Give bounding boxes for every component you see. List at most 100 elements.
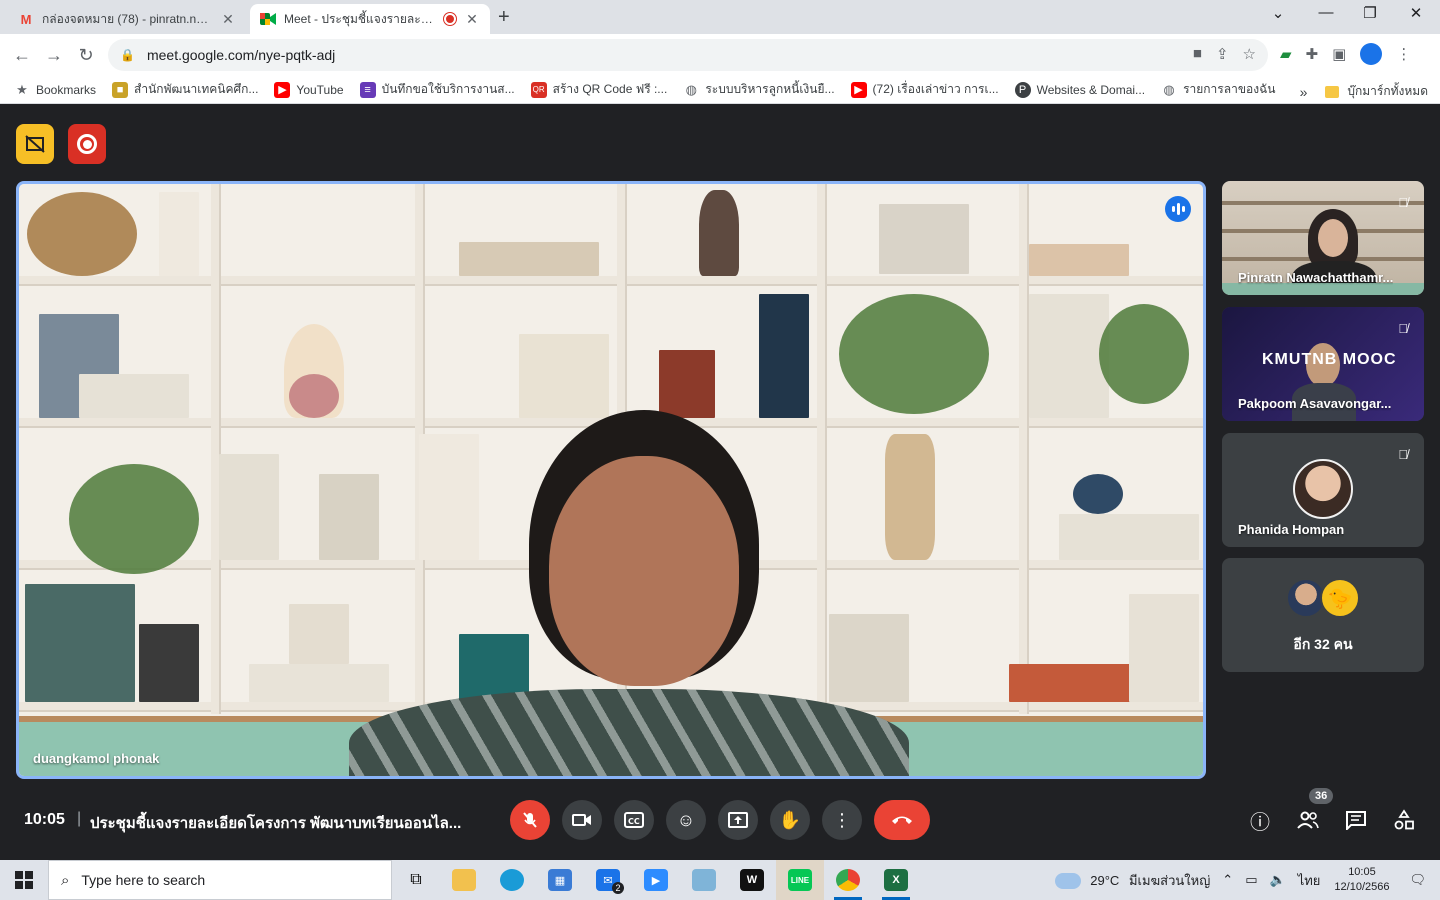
chevron-up-icon[interactable]: ⌃ <box>1222 872 1233 888</box>
taskbar-search-input[interactable]: ⌕ Type here to search <box>48 860 392 900</box>
taskbar-app-zoom[interactable]: ▶ <box>632 860 680 900</box>
excel-icon: X <box>884 869 908 891</box>
edge-icon <box>500 869 524 891</box>
participant-tile[interactable]: 🎙̸ Pinratn Nawachatthamr... <box>1222 181 1424 295</box>
network-icon[interactable]: ▭ <box>1245 872 1257 888</box>
reactions-button[interactable]: ☺ <box>666 800 706 840</box>
browser-toolbar: ← → ↻ 🔒 meet.google.com/nye-pqtk-adj ■ ⇪… <box>0 34 1440 76</box>
folder-icon <box>1325 85 1340 98</box>
minimize-button[interactable]: — <box>1306 4 1346 21</box>
forward-button[interactable]: → <box>42 43 66 67</box>
all-bookmarks-button[interactable]: บุ๊กมาร์กทั้งหมด <box>1347 82 1428 101</box>
bookmark-item[interactable]: ◍ รายการลาของฉัน <box>1161 80 1275 99</box>
volume-icon[interactable]: 🔈 <box>1270 872 1286 888</box>
main-video-tile[interactable]: duangkamol phonak <box>16 181 1206 779</box>
svg-text:CC: CC <box>628 817 640 826</box>
language-indicator[interactable]: ไทย <box>1298 870 1321 891</box>
taskbar-app-explorer[interactable] <box>440 860 488 900</box>
address-bar[interactable]: 🔒 meet.google.com/nye-pqtk-adj ■ ⇪ ☆ <box>108 39 1268 71</box>
bookmark-item[interactable]: QR สร้าง QR Code ฟรี :... <box>530 80 667 99</box>
taskbar-clock[interactable]: 10:05 12/10/2566 <box>1334 865 1389 895</box>
cloud-icon <box>1054 873 1081 890</box>
chevron-down-icon[interactable]: ⌄ <box>1258 4 1298 22</box>
chat-button[interactable] <box>1340 804 1372 836</box>
activities-button[interactable] <box>1388 804 1420 836</box>
notification-icon[interactable]: 🗨 <box>1409 872 1426 888</box>
close-icon[interactable]: ✕ <box>464 11 480 28</box>
present-button[interactable] <box>718 800 758 840</box>
bookmark-item[interactable]: ■ สำนักพัฒนาเทคนิคศึก... <box>112 80 258 99</box>
captions-button[interactable]: CC <box>614 800 654 840</box>
taskbar-app-chrome[interactable] <box>824 860 872 900</box>
sidepanel-icon[interactable]: ▣ <box>1332 45 1346 63</box>
participant-count-badge: 36 <box>1309 788 1334 804</box>
participant-tile[interactable]: KMUTNB MOOC 🎙̸ Pakpoom Asavavongar... <box>1222 307 1424 421</box>
speaker-face <box>549 456 739 686</box>
menu-icon[interactable]: ⋮ <box>1396 45 1411 63</box>
more-options-button[interactable]: ⋮ <box>822 800 862 840</box>
tab-meet[interactable]: Meet - ประชุมชี้แจงรายละเอียดโ ✕ <box>250 4 490 34</box>
bookmark-item[interactable]: ▶ YouTube <box>274 81 344 98</box>
search-placeholder: Type here to search <box>81 872 206 888</box>
background-logo: KMUTNB MOOC <box>1262 351 1397 368</box>
camera-toggle-button[interactable] <box>562 800 602 840</box>
bookmark-item[interactable]: ★ Bookmarks <box>14 82 96 98</box>
start-button[interactable] <box>0 860 48 900</box>
taskbar-app-store[interactable]: ▦ <box>536 860 584 900</box>
mic-off-icon <box>523 812 537 828</box>
cast-icon[interactable]: ▰ <box>1280 45 1292 63</box>
activities-icon <box>1394 809 1414 830</box>
share-icon[interactable]: ⇪ <box>1216 45 1229 63</box>
qr-icon: QR <box>530 81 547 98</box>
store-icon: ▦ <box>548 869 572 891</box>
taskbar-app-mail[interactable]: ✉ 2 <box>584 860 632 900</box>
avatar[interactable] <box>1360 43 1383 65</box>
zoom-icon: ▶ <box>644 869 668 891</box>
star-icon[interactable]: ☆ <box>1243 45 1256 63</box>
participant-tile[interactable]: 🎙̸ Phanida Hompan <box>1222 433 1424 547</box>
taskbar-app-line[interactable]: LINE <box>776 860 824 900</box>
tab-gmail[interactable]: M กล่องจดหมาย (78) - pinratn.n@ite ✕ <box>8 4 246 34</box>
more-vert-icon: ⋮ <box>833 809 851 830</box>
extensions-icon[interactable]: ✚ <box>1306 45 1319 63</box>
captions-off-button[interactable] <box>16 124 54 164</box>
chat-icon <box>1346 811 1366 830</box>
speaker-body <box>349 689 909 776</box>
bookmark-label: สำนักพัฒนาเทคนิคศึก... <box>134 82 259 96</box>
close-window-button[interactable]: ✕ <box>1396 4 1436 22</box>
mic-toggle-button[interactable] <box>510 800 550 840</box>
camera-icon <box>572 814 591 826</box>
taskbar-app-edge[interactable] <box>488 860 536 900</box>
bookmark-item[interactable]: ≡ บันทึกขอใช้บริการงานส... <box>359 80 515 99</box>
globe-icon: ◍ <box>685 81 697 97</box>
meeting-details-button[interactable]: ⓘ <box>1244 804 1276 836</box>
recording-button[interactable] <box>68 124 106 164</box>
bookmarks-bar: ★ Bookmarks ■ สำนักพัฒนาเทคนิคศึก... ▶ Y… <box>0 76 1440 104</box>
clock-date: 12/10/2566 <box>1334 881 1390 893</box>
reload-button[interactable]: ↻ <box>74 43 98 67</box>
new-tab-button[interactable]: + <box>498 6 510 29</box>
back-button[interactable]: ← <box>10 43 34 67</box>
recording-icon <box>444 13 456 25</box>
task-view-button[interactable]: ⧉ <box>392 860 440 900</box>
people-button[interactable] <box>1292 804 1324 836</box>
weather-widget[interactable]: 29°C มีเมฆส่วนใหญ่ <box>1054 870 1210 891</box>
close-icon[interactable]: ✕ <box>220 11 236 28</box>
maximize-button[interactable]: ❐ <box>1350 4 1390 22</box>
avatar: 🐤 <box>1320 578 1360 618</box>
bookmarks-more-button[interactable]: » <box>1300 84 1308 100</box>
taskbar-app-notepad[interactable] <box>680 860 728 900</box>
bookmark-item[interactable]: ▶ (72) เรื่องเล่าข่าว การเ... <box>850 80 999 99</box>
form-icon: ≡ <box>359 81 376 98</box>
more-participants-tile[interactable]: 🐤 อีก 32 คน <box>1222 558 1424 672</box>
bookmark-item[interactable]: P Websites & Domai... <box>1014 81 1145 98</box>
mail-badge: 2 <box>612 882 624 894</box>
camera-icon[interactable]: ■ <box>1193 45 1202 63</box>
raise-hand-button[interactable]: ✋ <box>770 800 810 840</box>
taskbar-app-excel[interactable]: X <box>872 860 920 900</box>
bookmark-item[interactable]: ◍ ระบบบริหารลูกหนี้เงินยื... <box>683 80 835 99</box>
people-icon <box>1297 811 1319 829</box>
leave-call-button[interactable] <box>874 800 930 840</box>
taskbar-app-webex[interactable]: W <box>728 860 776 900</box>
folder-icon <box>452 869 476 891</box>
